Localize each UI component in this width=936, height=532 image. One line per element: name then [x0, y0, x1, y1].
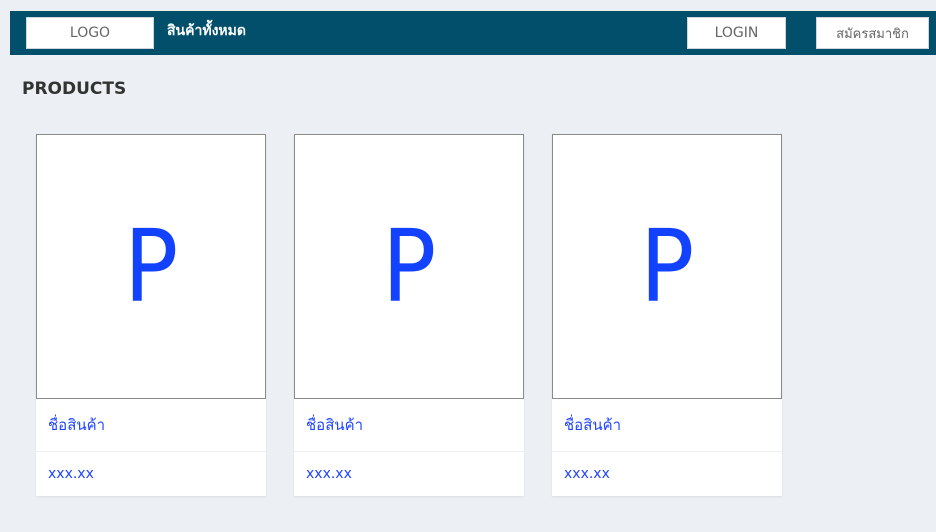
product-price: xxx.xx [306, 466, 352, 482]
product-image-letter: P [639, 207, 695, 325]
product-image-letter: P [123, 207, 179, 325]
product-card[interactable]: P ชื่อสินค้า xxx.xx [552, 134, 782, 496]
product-price: xxx.xx [48, 466, 94, 482]
nav-all-products-link[interactable]: สินค้าทั้งหมด [167, 21, 246, 41]
product-card[interactable]: P ชื่อสินค้า xxx.xx [294, 134, 524, 496]
register-button[interactable]: สมัครสมาชิก [816, 17, 929, 49]
logo-button[interactable]: LOGO [26, 17, 154, 49]
product-name-link[interactable]: ชื่อสินค้า [552, 399, 782, 452]
product-image-placeholder[interactable]: P [552, 134, 782, 399]
product-name-link[interactable]: ชื่อสินค้า [294, 399, 524, 452]
page-title: PRODUCTS [22, 79, 127, 99]
product-image-placeholder[interactable]: P [294, 134, 524, 399]
product-name-link[interactable]: ชื่อสินค้า [36, 399, 266, 452]
product-card[interactable]: P ชื่อสินค้า xxx.xx [36, 134, 266, 496]
product-image-placeholder[interactable]: P [36, 134, 266, 399]
product-image-letter: P [381, 207, 437, 325]
top-navbar: LOGO สินค้าทั้งหมด LOGIN สมัครสมาชิก [10, 11, 936, 55]
login-button[interactable]: LOGIN [687, 17, 786, 49]
product-price: xxx.xx [564, 466, 610, 482]
